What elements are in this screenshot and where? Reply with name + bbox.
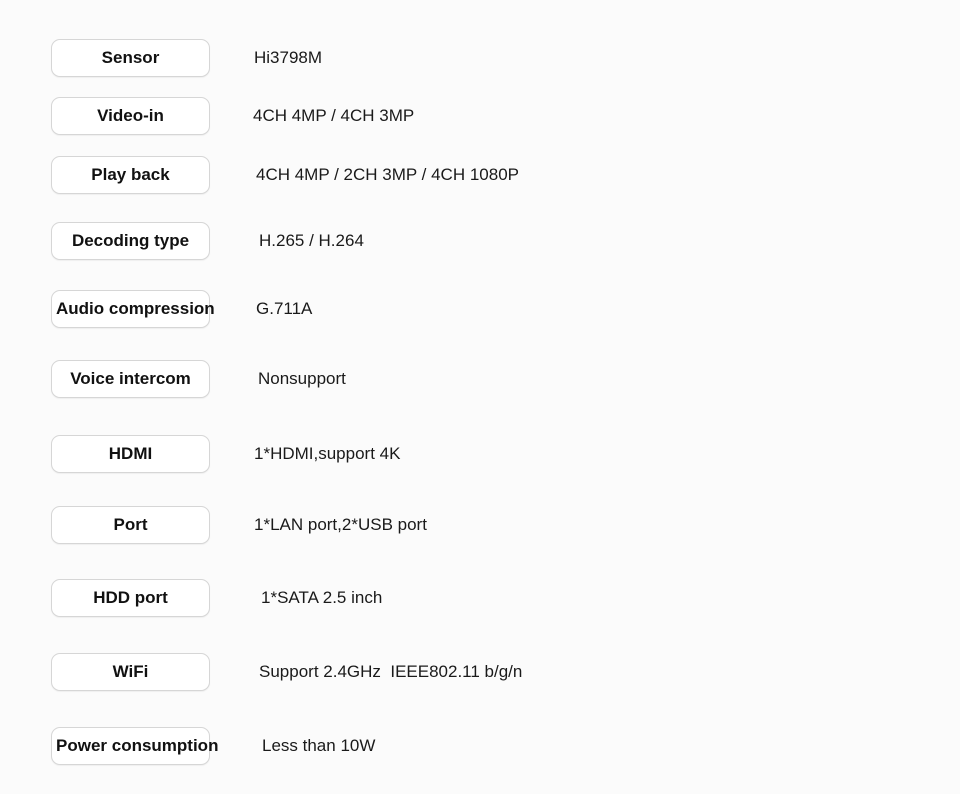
spec-row: HDD port 1*SATA 2.5 inch bbox=[0, 579, 960, 619]
spec-row: HDMI 1*HDMI,support 4K bbox=[0, 435, 960, 475]
spec-value: Less than 10W bbox=[262, 736, 376, 755]
spec-row: Decoding type H.265 / H.264 bbox=[0, 222, 960, 262]
spec-value: 1*HDMI,support 4K bbox=[254, 444, 401, 463]
spec-value: 1*SATA 2.5 inch bbox=[261, 588, 383, 607]
spec-value: Hi3798M bbox=[254, 48, 323, 67]
spec-value: H.265 / H.264 bbox=[259, 231, 364, 250]
spec-row: Audio compression G.711A bbox=[0, 290, 960, 330]
spec-value: 4CH 4MP / 4CH 3MP bbox=[253, 106, 415, 125]
spec-value: Nonsupport bbox=[258, 369, 346, 388]
spec-row: Voice intercom Nonsupport bbox=[0, 360, 960, 400]
spec-label: Video-in bbox=[97, 106, 164, 125]
spec-row: Play back 4CH 4MP / 2CH 3MP / 4CH 1080P bbox=[0, 156, 960, 196]
spec-label: HDMI bbox=[108, 444, 153, 463]
spec-row: Power consumption Less than 10W bbox=[0, 727, 960, 767]
spec-value: Support 2.4GHz IEEE802.11 b/g/n bbox=[259, 662, 523, 681]
spec-label: Port bbox=[113, 515, 148, 534]
spec-label: Play back bbox=[91, 165, 170, 184]
spec-label: Sensor bbox=[101, 48, 160, 67]
spec-value: 4CH 4MP / 2CH 3MP / 4CH 1080P bbox=[256, 165, 519, 184]
spec-label: HDD port bbox=[93, 588, 168, 607]
spec-label: WiFi bbox=[112, 662, 149, 681]
spec-row: Port 1*LAN port,2*USB port bbox=[0, 506, 960, 546]
spec-row: Sensor Hi3798M bbox=[0, 39, 960, 79]
spec-row: WiFi Support 2.4GHz IEEE802.11 b/g/n bbox=[0, 653, 960, 693]
spec-label: Audio compression bbox=[56, 299, 215, 318]
spec-value: G.711A bbox=[256, 299, 313, 318]
spec-value: 1*LAN port,2*USB port bbox=[254, 515, 427, 534]
spec-label: Voice intercom bbox=[70, 369, 191, 388]
spec-label: Decoding type bbox=[71, 231, 190, 250]
specification-sheet: Sensor Hi3798M Video-in 4CH 4MP / 4CH 3MP Pl… bbox=[0, 0, 960, 794]
spec-row: Video-in 4CH 4MP / 4CH 3MP bbox=[0, 97, 960, 137]
spec-label: Power consumption bbox=[56, 736, 219, 755]
